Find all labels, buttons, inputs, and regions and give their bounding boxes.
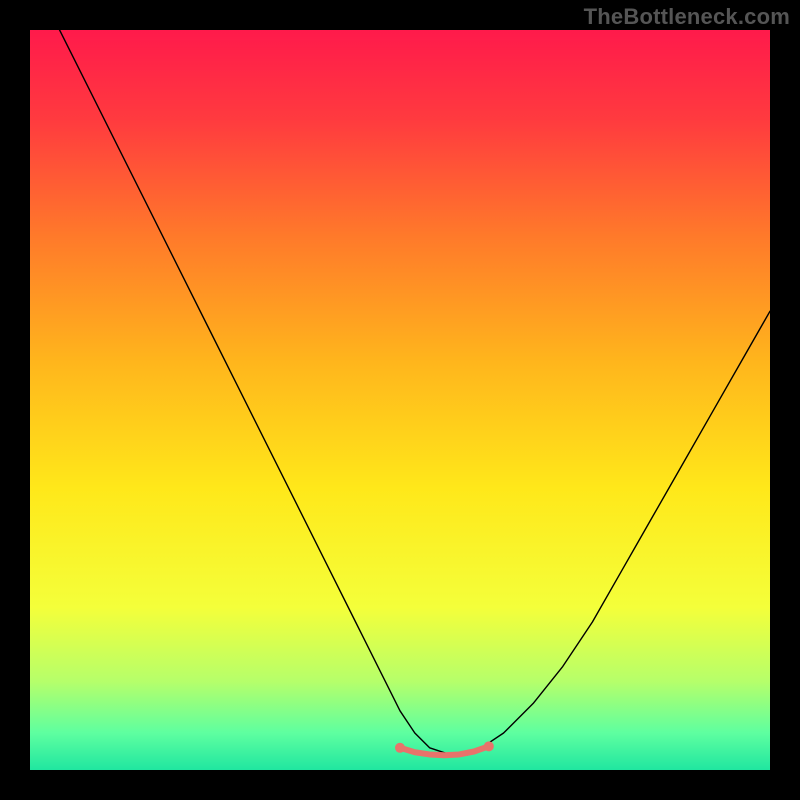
- marker-band-end: [484, 741, 494, 751]
- marker-band-start: [395, 743, 405, 753]
- chart-frame: TheBottleneck.com: [0, 0, 800, 800]
- watermark-text: TheBottleneck.com: [584, 4, 790, 30]
- gradient-background: [30, 30, 770, 770]
- chart-svg: [30, 30, 770, 770]
- plot-area: [30, 30, 770, 770]
